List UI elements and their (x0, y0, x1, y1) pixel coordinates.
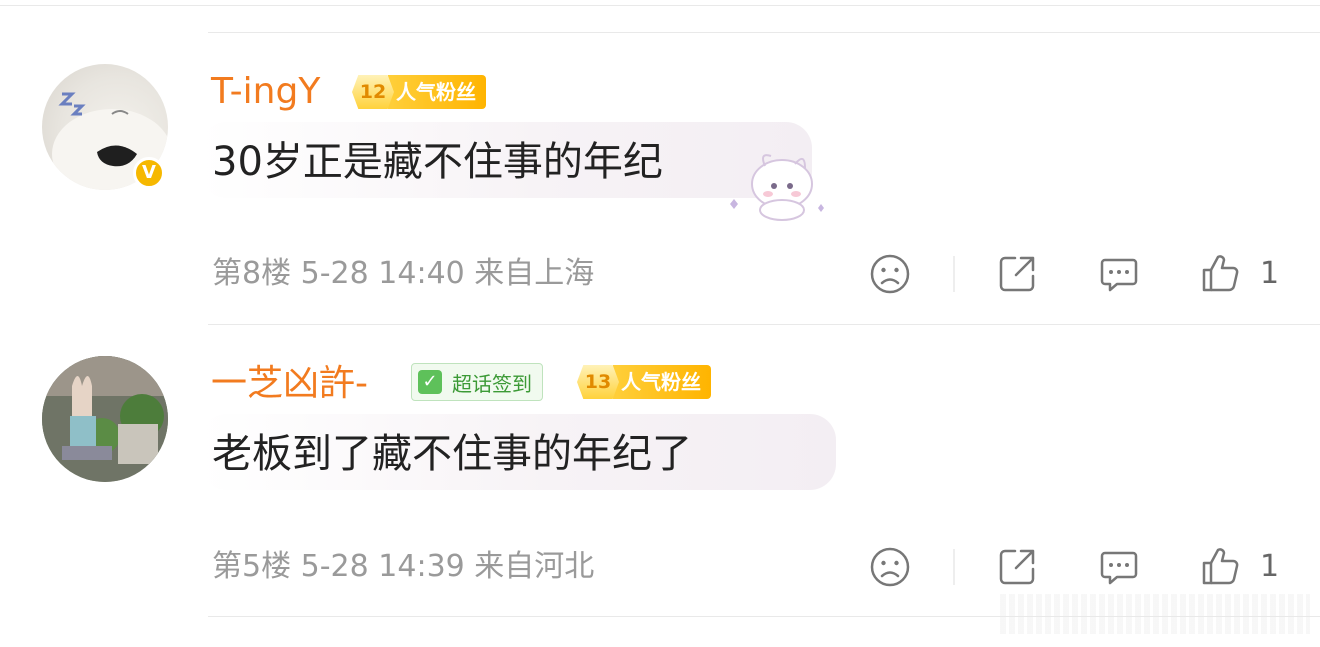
topic-checkin-badge[interactable]: ✓ 超话签到 (411, 363, 543, 401)
fan-level-label: 人气粉丝 (388, 75, 486, 109)
bottom-divider (208, 616, 1320, 617)
like-count: 1 (1260, 549, 1280, 584)
fan-level-badge[interactable]: 13 人气粉丝 (577, 364, 711, 400)
frown-icon[interactable] (868, 545, 912, 589)
watermark (1000, 594, 1310, 634)
fan-level-label: 人气粉丝 (613, 365, 711, 399)
frown-icon[interactable] (868, 252, 912, 296)
username[interactable]: T-ingY (211, 72, 320, 112)
comment-icon[interactable] (1097, 545, 1141, 589)
fan-level-number: 12 (352, 75, 394, 109)
comment-time: 14:39 (378, 549, 465, 584)
comment-meta: 第8楼 5-28 14:40 来自上海 (212, 256, 594, 292)
comment-date: 5-28 (300, 549, 369, 584)
comment-meta: 第5楼 5-28 14:39 来自河北 (212, 549, 594, 585)
verified-badge: V (133, 157, 165, 189)
share-icon[interactable] (995, 252, 1039, 296)
comment-date: 5-28 (300, 256, 369, 291)
comment-location: 来自上海 (474, 256, 595, 291)
like-count: 1 (1260, 256, 1280, 291)
topic-checkin-label: 超话签到 (452, 371, 532, 396)
comment-icon[interactable] (1097, 252, 1141, 296)
comment-divider (208, 324, 1320, 325)
share-icon[interactable] (995, 545, 1039, 589)
avatar[interactable] (42, 356, 168, 482)
comment-divider (208, 32, 1320, 33)
action-separator (953, 549, 955, 585)
calendar-check-icon: ✓ (418, 370, 442, 394)
thumbs-up-icon[interactable] (1198, 545, 1242, 589)
username[interactable]: 一芝凶許- (211, 364, 368, 404)
action-separator (953, 256, 955, 292)
comment-text: 30岁正是藏不住事的年纪 (212, 139, 663, 185)
comment-location: 来自河北 (474, 549, 595, 584)
comment-time: 14:40 (378, 256, 465, 291)
fan-level-badge[interactable]: 12 人气粉丝 (352, 74, 486, 110)
garden-avatar-image (42, 356, 168, 482)
floor-number: 第8楼 (212, 256, 292, 291)
comment-text: 老板到了藏不住事的年纪了 (212, 431, 692, 477)
floor-number: 第5楼 (212, 549, 292, 584)
thumbs-up-icon[interactable] (1198, 252, 1242, 296)
top-divider (0, 5, 1320, 6)
fan-level-number: 13 (577, 365, 619, 399)
bunny-sticker-icon (730, 154, 824, 221)
